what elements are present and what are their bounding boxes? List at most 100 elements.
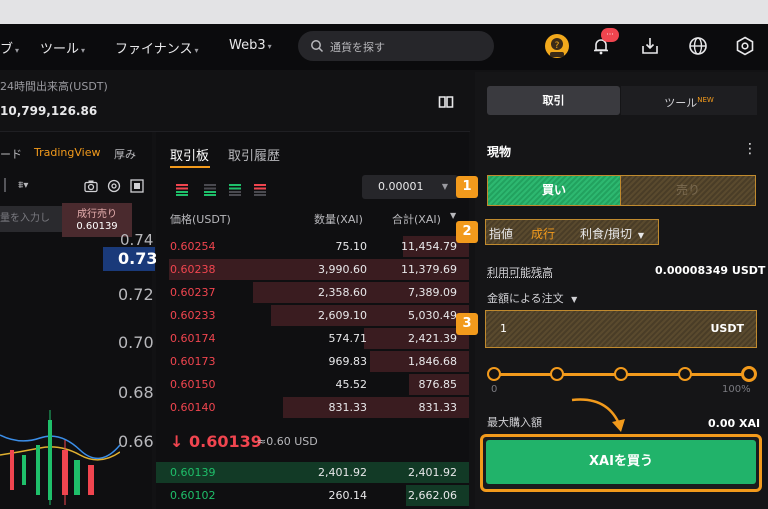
bid-qty: 260.14 bbox=[328, 489, 368, 502]
amount-value: 1 bbox=[500, 322, 507, 335]
nav-item-0[interactable]: ブ ▾ bbox=[0, 38, 19, 57]
tab-trade[interactable]: 取引 bbox=[487, 86, 620, 115]
slider-dot-25[interactable] bbox=[550, 367, 564, 381]
tab-trade-history[interactable]: 取引履歴 bbox=[228, 145, 280, 164]
view-bids-icon[interactable] bbox=[229, 181, 241, 200]
search-input[interactable] bbox=[298, 31, 494, 61]
buy-tab-button[interactable]: 買い bbox=[487, 175, 621, 206]
axis-label-5: 0.66 bbox=[118, 432, 154, 451]
indicator-icon[interactable]: ⩩▾ bbox=[18, 180, 28, 191]
tab-tools[interactable]: ツールNEW bbox=[621, 86, 757, 115]
chevron-down-icon: ▼ bbox=[637, 231, 645, 240]
ask-row[interactable]: 0.60140 831.33 831.33 bbox=[156, 396, 469, 419]
view-asks-icon[interactable] bbox=[254, 181, 266, 200]
bid-row[interactable]: 0.60139 2,401.92 2,401.92 bbox=[156, 461, 469, 484]
amount-input[interactable]: 1 USDT bbox=[485, 310, 757, 348]
order-type-tpsl[interactable]: 利食/損切 ▼ bbox=[580, 225, 644, 242]
globe-icon[interactable] bbox=[688, 36, 708, 56]
order-type-limit[interactable]: 指値 bbox=[489, 225, 513, 242]
ask-total: 831.33 bbox=[418, 401, 458, 414]
buy-xai-button[interactable]: XAIを買う bbox=[486, 440, 756, 484]
ask-price: 0.60173 bbox=[170, 355, 216, 368]
section-title: 現物 bbox=[487, 145, 512, 159]
ask-row[interactable]: 0.60233 2,609.10 5,030.49 bbox=[156, 304, 469, 327]
step-badge-1: 1 bbox=[456, 176, 478, 198]
ask-qty: 831.33 bbox=[328, 401, 368, 414]
step-badge-2: 2 bbox=[456, 221, 478, 243]
search-icon bbox=[310, 38, 324, 53]
view-both-icon[interactable] bbox=[176, 181, 188, 200]
nav-item-tools[interactable]: ツール ▾ bbox=[40, 38, 85, 57]
ask-row[interactable]: 0.60254 75.10 11,454.79 bbox=[156, 235, 469, 258]
ask-price: 0.60140 bbox=[170, 401, 216, 414]
volume-value: 10,799,126.86 bbox=[0, 104, 98, 118]
slider-min-label: 0 bbox=[491, 384, 498, 395]
tab-tools-label: ツール bbox=[664, 96, 698, 110]
nav-item-finance[interactable]: ファイナンス ▾ bbox=[115, 38, 199, 57]
order-type-tpsl-label: 利食/損切 bbox=[580, 227, 633, 241]
chart-settings-icon[interactable] bbox=[107, 178, 121, 197]
ask-qty: 45.52 bbox=[335, 378, 368, 391]
view-bids-only-icon[interactable] bbox=[204, 181, 216, 200]
order-qty-input[interactable]: 量を入力し bbox=[0, 206, 62, 232]
ask-price: 0.60150 bbox=[170, 378, 216, 391]
fullscreen-icon[interactable] bbox=[130, 178, 144, 197]
sort-icon[interactable]: ▼ bbox=[450, 211, 456, 220]
tab-chart-basic[interactable]: ード bbox=[0, 146, 22, 162]
more-icon[interactable]: ⋮ bbox=[743, 141, 757, 157]
axis-label-3: 0.70 bbox=[118, 333, 154, 352]
search-placeholder: 通貨を探す bbox=[330, 41, 385, 54]
ask-price: 0.60233 bbox=[170, 309, 216, 322]
axis-label-4: 0.68 bbox=[118, 383, 154, 402]
ask-total: 7,389.09 bbox=[408, 286, 457, 299]
avatar[interactable]: ? bbox=[544, 33, 570, 59]
ask-qty: 2,358.60 bbox=[318, 286, 367, 299]
ask-qty: 3,990.60 bbox=[318, 263, 367, 276]
order-by-select[interactable]: 金額による注文 ▼ bbox=[487, 290, 577, 306]
ask-qty: 574.71 bbox=[328, 332, 368, 345]
tab-orderbook[interactable]: 取引板 bbox=[170, 145, 209, 164]
ask-total: 11,379.69 bbox=[401, 263, 457, 276]
slider-dot-50[interactable] bbox=[614, 367, 628, 381]
ask-qty: 969.83 bbox=[328, 355, 368, 368]
download-icon[interactable] bbox=[640, 36, 660, 56]
ask-total: 11,454.79 bbox=[401, 240, 457, 253]
slider-dot-0[interactable] bbox=[487, 367, 501, 381]
bid-price: 0.60102 bbox=[170, 489, 216, 502]
chevron-down-icon: ▼ bbox=[571, 295, 578, 304]
axis-label-current: 0.73 bbox=[118, 249, 158, 268]
bid-row[interactable]: 0.60102 260.14 2,662.06 bbox=[156, 484, 469, 507]
settings-icon[interactable] bbox=[735, 36, 755, 56]
header-price: 価格(USDT) bbox=[170, 213, 231, 226]
amount-unit: USDT bbox=[710, 322, 745, 335]
volume-label: 24時間出来高(USDT) bbox=[0, 80, 108, 93]
arrow-pointer-icon bbox=[571, 398, 625, 432]
slider-max-label: 100% bbox=[722, 384, 751, 395]
notification-badge: ··· bbox=[601, 28, 619, 42]
ask-row[interactable]: 0.60174 574.71 2,421.39 bbox=[156, 327, 469, 350]
ask-row[interactable]: 0.60237 2,358.60 7,389.09 bbox=[156, 281, 469, 304]
precision-select[interactable]: 0.00001 ▼ bbox=[362, 175, 458, 199]
last-price[interactable]: ↓ 0.60139 bbox=[170, 432, 262, 451]
nav-item-web3[interactable]: Web3 ▾ bbox=[229, 38, 272, 53]
order-type-market[interactable]: 成行 bbox=[531, 225, 555, 242]
slider-dot-75[interactable] bbox=[678, 367, 692, 381]
ask-row[interactable]: 0.60150 45.52 876.85 bbox=[156, 373, 469, 396]
slider-handle[interactable] bbox=[741, 366, 757, 382]
header-qty: 数量(XAI) bbox=[314, 213, 363, 226]
sell-tab-button[interactable]: 売り bbox=[621, 175, 756, 206]
available-value: 0.00008349 USDT bbox=[655, 264, 766, 277]
ask-price: 0.60237 bbox=[170, 286, 216, 299]
ask-row[interactable]: 0.60173 969.83 1,846.68 bbox=[156, 350, 469, 373]
precision-value: 0.00001 bbox=[378, 180, 424, 193]
ask-row[interactable]: 0.60238 3,990.60 11,379.69 bbox=[156, 258, 469, 281]
camera-icon[interactable] bbox=[84, 178, 98, 197]
book-icon[interactable] bbox=[438, 94, 454, 110]
ask-qty: 75.10 bbox=[335, 240, 368, 253]
step-badge-3: 3 bbox=[456, 313, 478, 335]
tab-depth[interactable]: 厚み bbox=[114, 146, 136, 162]
candles bbox=[10, 410, 94, 505]
max-buy-value: 0.00 XAI bbox=[708, 417, 761, 430]
tab-underline bbox=[170, 166, 210, 168]
tab-tradingview[interactable]: TradingView bbox=[34, 146, 100, 159]
